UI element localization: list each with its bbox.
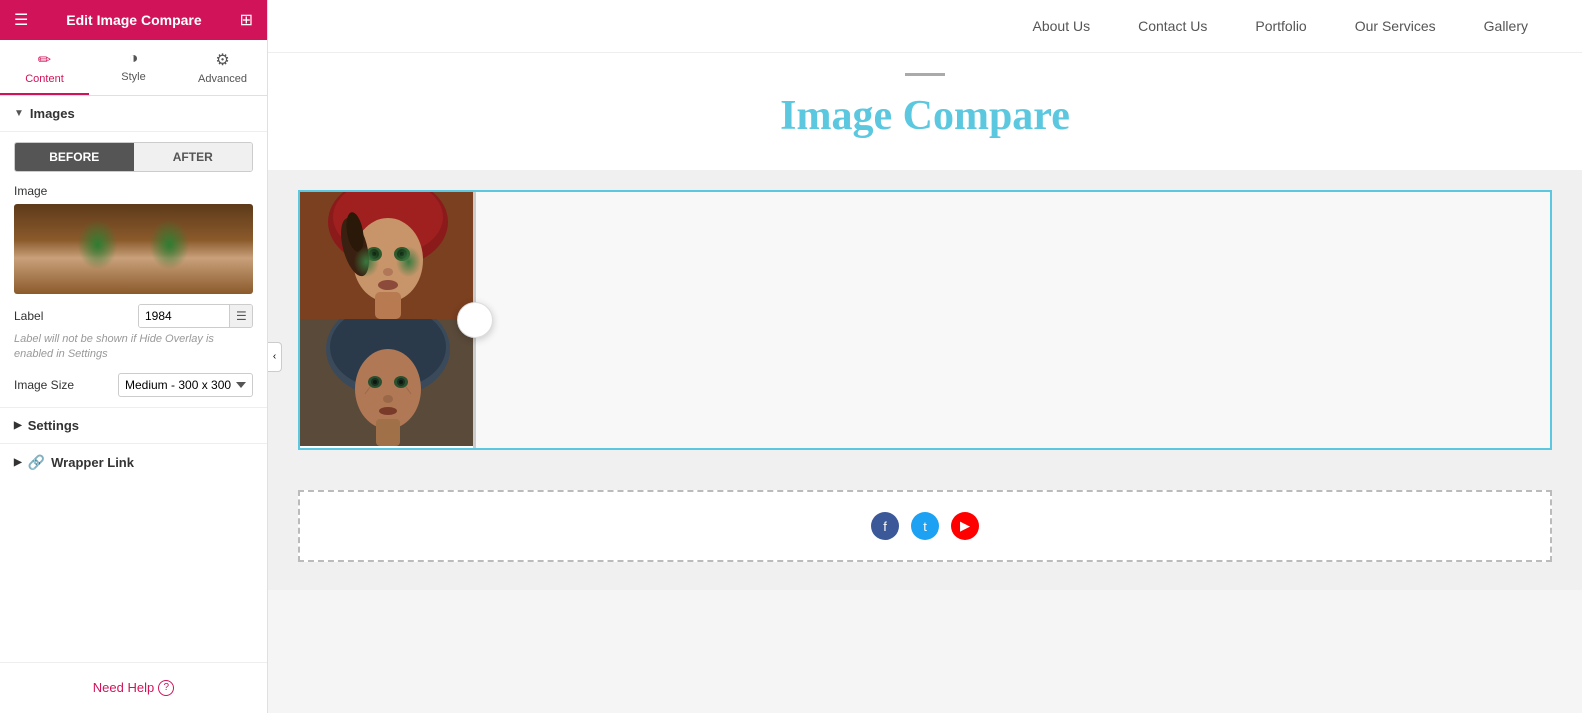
advanced-tab-icon: ⚙ (215, 50, 229, 70)
twitter-icon[interactable]: t (911, 512, 939, 540)
settings-collapse-arrow: ▶ (14, 420, 22, 431)
compare-widget[interactable] (298, 190, 1552, 450)
label-list-icon[interactable]: ☰ (229, 305, 253, 327)
nav-our-services[interactable]: Our Services (1331, 0, 1460, 52)
label-input-wrap: ☰ (138, 304, 253, 328)
before-button[interactable]: BEFORE (15, 143, 134, 171)
image-size-label: Image Size (14, 378, 74, 392)
content-tab-icon: ✏ (38, 50, 51, 70)
label-hint-text: Label will not be shown if Hide Overlay … (14, 332, 253, 363)
wrapper-link-label: Wrapper Link (51, 455, 134, 470)
social-icons: f t ▶ (871, 512, 979, 540)
before-photo-top-svg (300, 192, 475, 319)
wrapper-link-section-header[interactable]: ▶ 🔗 Wrapper Link (0, 443, 267, 481)
nav-contact-us[interactable]: Contact Us (1114, 0, 1231, 52)
page-title: Image Compare (298, 92, 1552, 140)
content-tab-label: Content (25, 73, 64, 85)
facebook-icon[interactable]: f (871, 512, 899, 540)
youtube-icon[interactable]: ▶ (951, 512, 979, 540)
advanced-tab-label: Advanced (198, 73, 247, 85)
need-help-label: Need Help (93, 680, 154, 695)
need-help-link[interactable]: Need Help ? (93, 680, 174, 696)
bottom-section: f t ▶ (268, 470, 1582, 590)
tab-advanced[interactable]: ⚙ Advanced (178, 40, 267, 95)
before-photo-bottom (300, 319, 475, 446)
wrapper-link-arrow: ▶ (14, 457, 22, 468)
sidebar-tabs: ✏ Content ◑ Style ⚙ Advanced (0, 40, 267, 96)
compare-after (475, 192, 1550, 448)
images-section-body: BEFORE AFTER Image Label ☰ (0, 132, 267, 407)
label-field-label: Label (14, 309, 43, 323)
settings-section-label: Settings (28, 418, 79, 433)
tab-style[interactable]: ◑ Style (89, 40, 178, 95)
tab-content[interactable]: ✏ Content (0, 40, 89, 95)
settings-section-header[interactable]: ▶ Settings (0, 407, 267, 443)
top-nav: About Us Contact Us Portfolio Our Servic… (268, 0, 1582, 53)
image-field-label: Image (14, 184, 253, 198)
image-preview[interactable] (14, 204, 253, 294)
images-collapse-arrow: ▼ (14, 108, 24, 119)
hamburger-icon[interactable]: ☰ (14, 10, 28, 30)
help-icon: ? (158, 680, 174, 696)
after-photo-bottom-svg (300, 319, 475, 446)
sidebar-footer: Need Help ? (0, 662, 267, 713)
compare-section (268, 170, 1582, 470)
compare-before (300, 192, 475, 448)
after-button[interactable]: AFTER (134, 143, 253, 171)
style-tab-label: Style (121, 71, 145, 83)
sidebar-title: Edit Image Compare (66, 12, 201, 28)
label-input[interactable] (139, 305, 229, 327)
grid-icon[interactable]: ⊞ (240, 10, 253, 30)
dashed-box: f t ▶ (298, 490, 1552, 562)
before-after-toggle: BEFORE AFTER (14, 142, 253, 172)
nav-gallery[interactable]: Gallery (1460, 0, 1552, 52)
main-content: About Us Contact Us Portfolio Our Servic… (268, 0, 1582, 713)
images-section-header[interactable]: ▼ Images (0, 96, 267, 132)
sidebar-collapse-handle[interactable]: ‹ (268, 342, 282, 372)
nav-about-us[interactable]: About Us (1009, 0, 1115, 52)
sidebar: ☰ Edit Image Compare ⊞ ✏ Content ◑ Style… (0, 0, 268, 713)
image-size-select[interactable]: Medium - 300 x 300 (118, 373, 253, 397)
link-icon: 🔗 (28, 454, 45, 471)
title-section: Image Compare (268, 53, 1582, 170)
preview-image (14, 204, 253, 294)
sidebar-header: ☰ Edit Image Compare ⊞ (0, 0, 267, 40)
sidebar-content: ▼ Images BEFORE AFTER Image Label (0, 96, 267, 662)
images-section-label: Images (30, 106, 75, 121)
label-row: Label ☰ (14, 304, 253, 328)
nav-portfolio[interactable]: Portfolio (1231, 0, 1330, 52)
before-photo-top (300, 192, 475, 319)
title-underline (905, 73, 945, 76)
page-body: Image Compare (268, 53, 1582, 713)
style-tab-icon: ◑ (129, 50, 139, 68)
slider-handle[interactable] (457, 302, 493, 338)
image-size-row: Image Size Medium - 300 x 300 (14, 373, 253, 397)
